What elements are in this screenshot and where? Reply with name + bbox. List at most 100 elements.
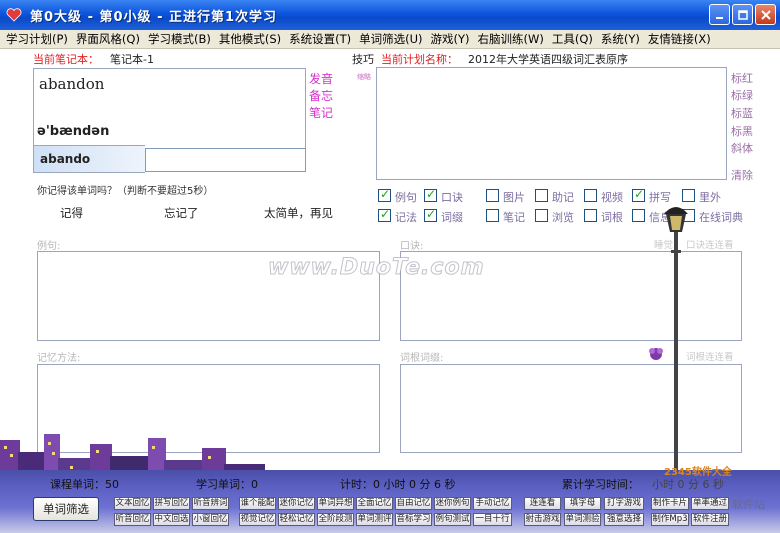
- clear-link[interactable]: 清除: [731, 167, 753, 183]
- main-area: 当前笔记本： 笔记本-1 abandon 发音 备忘 笔记 ə'bændən a…: [0, 49, 780, 533]
- tool-intent-select[interactable]: 强意选择: [604, 513, 644, 526]
- menu-word-filter[interactable]: 单词筛选(U): [359, 31, 422, 47]
- notes-editor[interactable]: [376, 67, 727, 180]
- remember-button[interactable]: 记得: [60, 205, 83, 221]
- tool-pass-rate[interactable]: 单率通过: [691, 497, 729, 510]
- checkbox-root-label: 词根: [601, 211, 623, 224]
- learned-words-stat: 学习单词：0: [196, 478, 258, 491]
- menu-study-plan[interactable]: 学习计划(P): [6, 31, 68, 47]
- tool-fill-letters[interactable]: 填字母: [564, 497, 601, 510]
- phonetic: ə'bændən: [37, 124, 110, 139]
- mark-green-link[interactable]: 标绿: [731, 87, 753, 103]
- tool-link-game[interactable]: 连连看: [524, 497, 561, 510]
- menu-tools[interactable]: 工具(Q): [552, 31, 593, 47]
- checkbox-spelling[interactable]: [632, 187, 645, 202]
- checkbox-inside-out-label: 里外: [699, 191, 721, 204]
- notebook-name: 笔记本-1: [110, 53, 154, 66]
- menu-right-brain[interactable]: 右脑训练(W): [478, 31, 544, 47]
- tool-small-window[interactable]: 小窗回忆: [192, 513, 229, 526]
- memory-method-label: 记忆方法:: [37, 353, 81, 364]
- maximize-icon: [737, 9, 748, 20]
- tool-word-fantasy[interactable]: 单词异想: [317, 497, 354, 510]
- tool-match[interactable]: 谁个能配: [239, 497, 276, 510]
- mark-black-link[interactable]: 标黑: [731, 123, 753, 139]
- pronounce-link[interactable]: 发音: [309, 70, 333, 87]
- checkbox-example-label: 例句: [395, 191, 417, 204]
- tool-typing-game[interactable]: 打字游戏: [604, 497, 644, 510]
- tool-register-software[interactable]: 软件注册: [691, 513, 729, 526]
- tool-shooting-game[interactable]: 射击游戏: [524, 513, 561, 526]
- maximize-button[interactable]: [732, 4, 753, 25]
- menu-links[interactable]: 友情链接(X): [648, 31, 711, 47]
- corner-watermark: 2345软件大全: [664, 467, 732, 478]
- checkbox-image-label: 图片: [503, 191, 525, 204]
- example-label: 例句:: [37, 241, 61, 252]
- checkbox-notes-label: 笔记: [503, 211, 525, 224]
- checkbox-affix-label: 词缀: [441, 211, 463, 224]
- minimize-button[interactable]: [709, 4, 730, 25]
- tool-mini-example[interactable]: 迷你例句: [434, 497, 471, 510]
- tool-word-quiz[interactable]: 单词测验: [564, 513, 601, 526]
- timer-stat: 计时：0 小时 0 分 6 秒: [340, 478, 456, 491]
- root-affix-label: 词根词缀:: [400, 353, 444, 364]
- mark-blue-link[interactable]: 标蓝: [731, 105, 753, 121]
- spelling-input[interactable]: [145, 148, 306, 172]
- mnemonic-label: 口诀:: [400, 241, 424, 252]
- mark-red-link[interactable]: 标红: [731, 70, 753, 86]
- checkbox-notes[interactable]: [486, 209, 499, 222]
- tool-spell-recall[interactable]: 拼写回忆: [153, 497, 190, 510]
- heart-app-icon: [6, 8, 22, 22]
- tool-example-test[interactable]: 例句测试: [434, 513, 471, 526]
- note-link[interactable]: 笔记: [309, 104, 333, 121]
- menu-interface-style[interactable]: 界面风格(Q): [76, 31, 140, 47]
- checkbox-affix[interactable]: [424, 207, 437, 222]
- watermark-text: www.DuoTe.com: [268, 255, 485, 281]
- window-title: 第0大级 - 第0小级 - 正进行第1次学习: [30, 9, 278, 25]
- tool-all-stage-test[interactable]: 全阶段测: [317, 513, 354, 526]
- minimize-icon: [715, 16, 723, 19]
- tool-phonetic-study[interactable]: 音标学习: [395, 513, 432, 526]
- checkbox-root[interactable]: [584, 209, 597, 222]
- tool-mini-memory[interactable]: 迷你记忆: [278, 497, 315, 510]
- word-filter-button[interactable]: 单词筛选: [33, 497, 99, 521]
- typed-word-label-box: abando: [33, 145, 145, 173]
- tool-visual-memory[interactable]: 视觉记忆: [239, 513, 276, 526]
- close-button[interactable]: [755, 4, 776, 25]
- checkbox-image[interactable]: [486, 189, 499, 202]
- cumulative-label: 累计学习时间：: [562, 478, 639, 491]
- tool-speed-read[interactable]: 一目十行: [473, 513, 512, 526]
- tips-link[interactable]: 技巧: [352, 51, 374, 67]
- tool-manual-memory[interactable]: 手动记忆: [473, 497, 512, 510]
- menu-other-modes[interactable]: 其他模式(S): [219, 31, 281, 47]
- tool-make-mp3[interactable]: 制作Mp3: [651, 513, 689, 526]
- tool-chinese-select[interactable]: 中文回选: [153, 513, 190, 526]
- notebook-label: 当前笔记本：: [33, 53, 99, 66]
- title-bar: 第0大级 - 第0小级 - 正进行第1次学习: [0, 0, 780, 30]
- checkbox-video[interactable]: [584, 189, 597, 202]
- corner-watermark-sub: 软件站: [732, 498, 765, 511]
- checkbox-mnemonic-aid[interactable]: [535, 189, 548, 202]
- memo-link[interactable]: 备忘: [309, 87, 333, 104]
- checkbox-browse[interactable]: [535, 209, 548, 222]
- italic-link[interactable]: 斜体: [731, 140, 753, 156]
- forgot-button[interactable]: 忘记了: [164, 205, 199, 221]
- checkbox-memory-method[interactable]: [378, 207, 391, 222]
- tool-listen-recall[interactable]: 听音回忆: [114, 513, 151, 526]
- checkbox-info[interactable]: [632, 209, 645, 222]
- checkbox-mnemonic[interactable]: [424, 187, 437, 202]
- menu-system[interactable]: 系统(Y): [601, 31, 640, 47]
- menu-bar: 学习计划(P) 界面风格(Q) 学习模式(B) 其他模式(S) 系统设置(T) …: [0, 30, 780, 49]
- tool-full-memory[interactable]: 全面记忆: [356, 497, 393, 510]
- tool-free-memory[interactable]: 自由记忆: [395, 497, 432, 510]
- tool-text-recall[interactable]: 文本回忆: [114, 497, 151, 510]
- checkbox-example[interactable]: [378, 187, 391, 202]
- tool-word-evaluation[interactable]: 单词测评: [356, 513, 393, 526]
- menu-system-settings[interactable]: 系统设置(T): [289, 31, 351, 47]
- too-easy-button[interactable]: 太简单，再见: [264, 205, 333, 221]
- menu-study-mode[interactable]: 学习模式(B): [148, 31, 211, 47]
- tool-listen-identify[interactable]: 听音辨词: [192, 497, 229, 510]
- menu-games[interactable]: 游戏(Y): [431, 31, 470, 47]
- tool-easy-memory[interactable]: 轻松记忆: [278, 513, 315, 526]
- tool-make-cards[interactable]: 制作卡片: [651, 497, 689, 510]
- word-display: abandon: [33, 68, 306, 152]
